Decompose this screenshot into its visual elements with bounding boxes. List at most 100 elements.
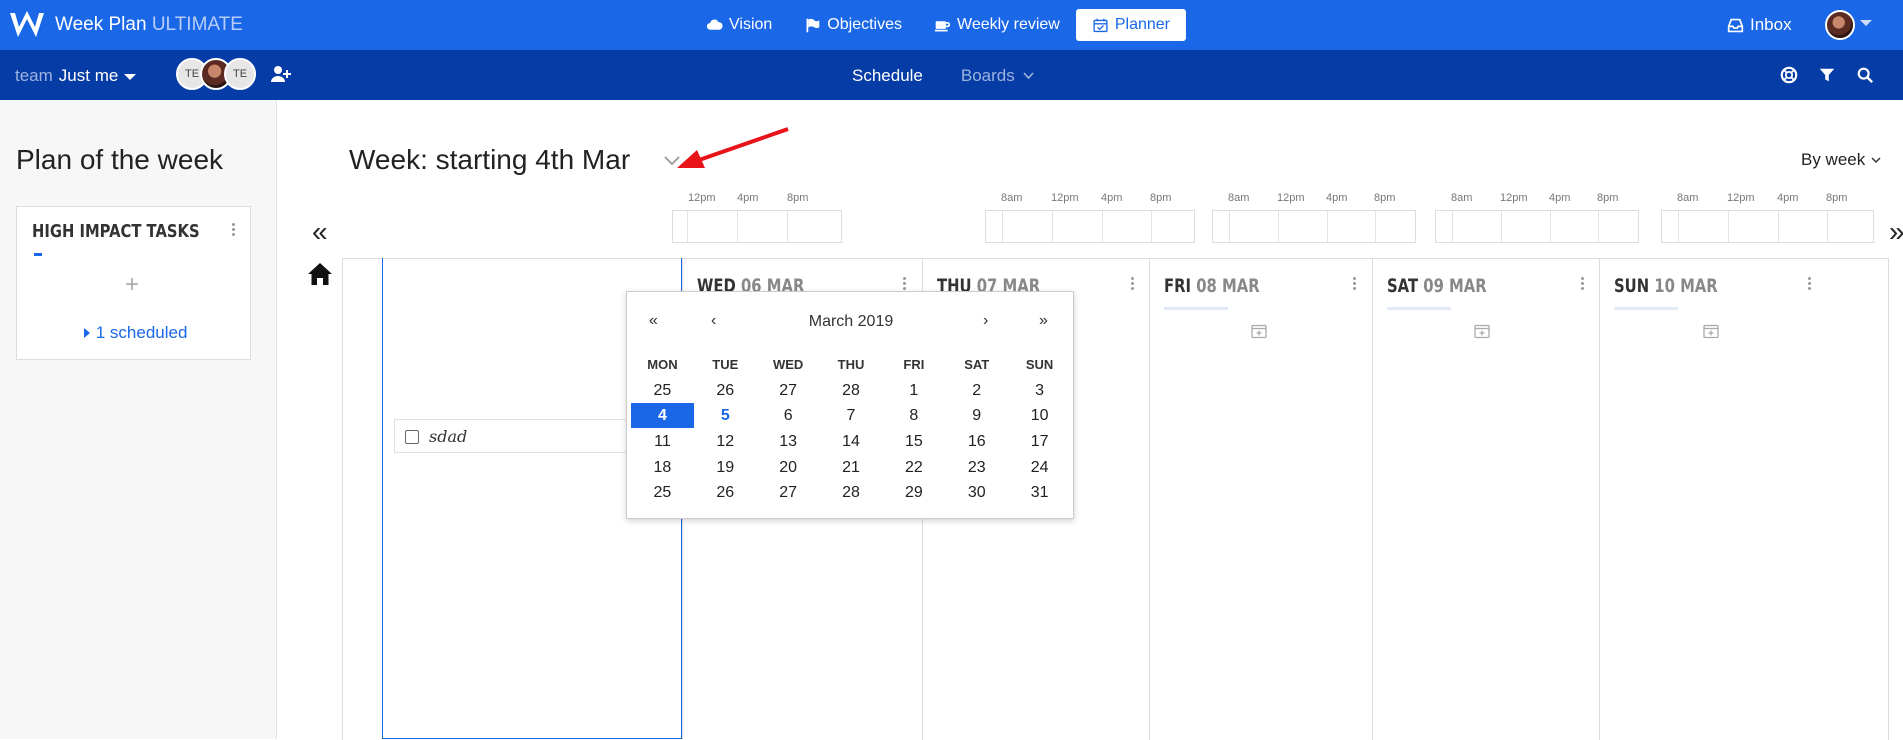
home-icon[interactable] [307, 262, 333, 286]
calendar-day[interactable]: 14 [820, 429, 883, 454]
calendar-day[interactable]: 25 [631, 480, 694, 505]
scheduled-toggle[interactable]: 1 scheduled [83, 323, 187, 343]
calendar-day[interactable]: 2 [945, 378, 1008, 403]
calendar-week-row: 4 5 6 7 8 9 10 [631, 403, 1071, 429]
calendar-week-row: 25 26 27 28 1 2 3 [631, 378, 1071, 404]
day-timeline: 12pm 4pm 8pm [672, 192, 842, 243]
calendar-day[interactable]: 26 [694, 480, 757, 505]
nav-vision[interactable]: Vision [690, 9, 788, 41]
calendar-day[interactable]: 28 [820, 480, 883, 505]
calendar-day[interactable]: 25 [631, 378, 694, 403]
nav-objectives[interactable]: Objectives [788, 9, 918, 41]
calendar-day[interactable]: 28 [820, 378, 883, 403]
day-header: SAT 09 MAR [1387, 275, 1487, 297]
calendar-day[interactable]: 19 [694, 455, 757, 480]
timeline-slots[interactable] [1435, 210, 1639, 243]
view-selector[interactable]: By week [1801, 150, 1881, 170]
filter-icon[interactable] [1818, 66, 1836, 84]
more-options-icon[interactable] [1808, 277, 1812, 293]
team-selector[interactable]: team Just me [15, 66, 137, 86]
calendar-day[interactable]: 27 [757, 378, 820, 403]
toolbar-icons [1780, 66, 1874, 84]
timeline-slots[interactable] [672, 210, 842, 243]
calendar-day[interactable]: 4 [631, 403, 694, 429]
calendar-day[interactable]: 22 [882, 455, 945, 480]
more-options-icon[interactable] [1581, 277, 1585, 293]
flag-icon [806, 18, 820, 32]
calendar-day[interactable]: 10 [1008, 403, 1071, 428]
sidebar: Plan of the week HIGH IMPACT TASKS + 1 s… [0, 100, 277, 739]
search-icon[interactable] [1856, 66, 1874, 84]
red-annotation-arrow [677, 127, 789, 168]
task-text: sdad [429, 427, 468, 446]
calendar-day[interactable]: 1 [882, 378, 945, 403]
task-checkbox[interactable] [405, 430, 419, 444]
more-options-icon[interactable] [1131, 277, 1135, 293]
calendar-day[interactable]: 21 [820, 455, 883, 480]
more-options-icon[interactable] [232, 223, 236, 239]
previous-week-button[interactable]: « [312, 216, 328, 248]
calendar-day[interactable]: 8 [882, 403, 945, 428]
calendar-day[interactable]: 30 [945, 480, 1008, 505]
calendar-day[interactable]: 31 [1008, 480, 1071, 505]
card-title: HIGH IMPACT TASKS [32, 221, 200, 242]
calendar-day[interactable]: 17 [1008, 429, 1071, 454]
timeline-slots[interactable] [1661, 210, 1874, 243]
nav-weekly-review[interactable]: Weekly review [918, 9, 1076, 41]
calendar-day[interactable]: 20 [757, 455, 820, 480]
tab-boards[interactable]: Boards [961, 66, 1034, 86]
calendar-week-row: 11 12 13 14 15 16 17 [631, 429, 1071, 455]
add-event-icon[interactable] [1251, 323, 1267, 339]
week-title[interactable]: Week: starting 4th Mar [349, 144, 630, 176]
calendar-day[interactable]: 6 [757, 403, 820, 428]
calendar-day[interactable]: 3 [1008, 378, 1071, 403]
calendar-day[interactable]: 15 [882, 429, 945, 454]
calendar-month-label[interactable]: March 2019 [627, 313, 1075, 331]
chevron-down-icon [1871, 156, 1881, 163]
week-plan-logo-icon[interactable] [8, 9, 46, 41]
calendar-day[interactable]: 23 [945, 455, 1008, 480]
inbox-button[interactable]: Inbox [1727, 15, 1792, 35]
add-user-icon[interactable] [270, 64, 292, 84]
add-event-icon[interactable] [1703, 323, 1719, 339]
calendar-day[interactable]: 18 [631, 455, 694, 480]
weekday-label: SAT [964, 357, 990, 373]
nav-planner[interactable]: Planner [1075, 9, 1186, 41]
top-navigation: Vision Objectives Weekly review Planner [690, 9, 1186, 41]
timeline-slots[interactable] [1212, 210, 1416, 243]
calendar-day[interactable]: 5 [694, 403, 757, 428]
planner-main: Week: starting 4th Mar By week « » 12pm … [277, 100, 1903, 740]
day-header: FRI 08 MAR [1164, 275, 1260, 297]
next-month-button[interactable]: › [983, 312, 988, 330]
calendar-day[interactable]: 7 [820, 403, 883, 428]
timeline-slots[interactable] [985, 210, 1195, 243]
add-task-button[interactable]: + [125, 271, 139, 299]
day-column-sunday: SUN 10 MAR [1599, 259, 1889, 740]
next-year-button[interactable]: » [1039, 312, 1048, 330]
calendar-day[interactable]: 27 [757, 480, 820, 505]
calendar-day[interactable]: 29 [882, 480, 945, 505]
calendar-week-row: 18 19 20 21 22 23 24 [631, 454, 1071, 480]
day-header: SUN 10 MAR [1614, 275, 1718, 297]
add-event-icon[interactable] [1474, 323, 1490, 339]
avatar[interactable]: TE [224, 58, 256, 90]
calendar-day[interactable]: 26 [694, 378, 757, 403]
day-column-friday: FRI 08 MAR [1149, 259, 1372, 740]
tab-schedule[interactable]: Schedule [852, 66, 923, 86]
calendar-day[interactable]: 13 [757, 429, 820, 454]
calendar-day[interactable]: 12 [694, 429, 757, 454]
more-options-icon[interactable] [1353, 277, 1357, 293]
user-menu-caret-icon[interactable] [1860, 20, 1872, 26]
calendar-week-row: 25 26 27 28 29 30 31 [631, 480, 1071, 506]
caret-down-icon [124, 73, 137, 80]
next-week-button[interactable]: » [1889, 216, 1903, 248]
caret-right-icon [84, 328, 90, 338]
help-lifebuoy-icon[interactable] [1780, 66, 1798, 84]
calendar-day[interactable]: 9 [945, 403, 1008, 428]
weekday-label: THU [837, 357, 865, 373]
calendar-day[interactable]: 16 [945, 429, 1008, 454]
user-avatar[interactable] [1825, 10, 1855, 40]
calendar-day[interactable]: 24 [1008, 455, 1071, 480]
calendar-day[interactable]: 11 [631, 429, 694, 454]
weekday-label: SUN [1025, 357, 1054, 373]
